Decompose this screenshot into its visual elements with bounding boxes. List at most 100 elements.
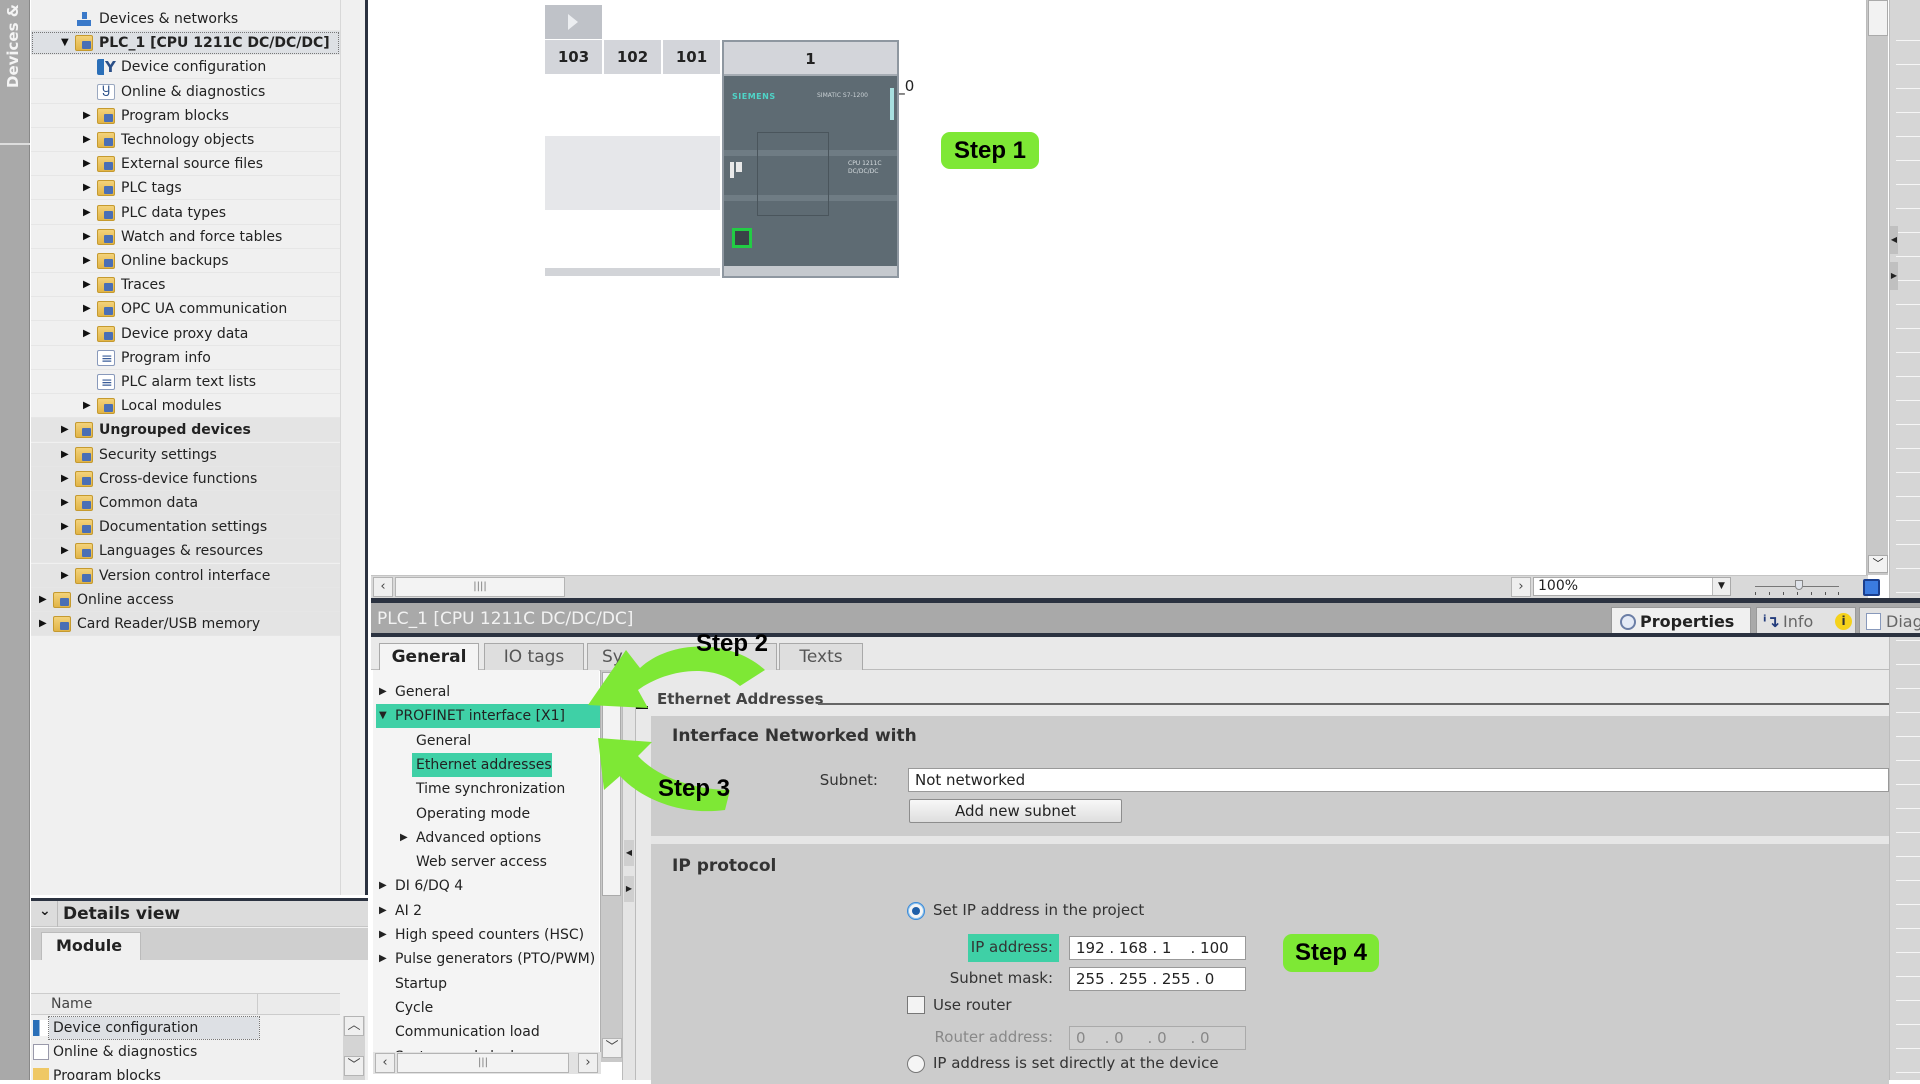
expand-arrow-right-icon[interactable]: ▶ bbox=[83, 201, 93, 225]
expand-arrow-right-icon[interactable]: ▶ bbox=[83, 273, 93, 297]
set-ip-at-device-radio[interactable] bbox=[907, 1055, 925, 1073]
expand-icon[interactable]: ▶ bbox=[1890, 262, 1898, 290]
nav-item[interactable]: Ethernet addresses bbox=[412, 752, 552, 777]
set-ip-in-project-radio[interactable] bbox=[907, 902, 925, 920]
expand-arrow-down-icon[interactable]: ▼ bbox=[379, 704, 389, 728]
use-router-checkbox[interactable] bbox=[907, 996, 925, 1014]
tab-diagnostics[interactable]: Diag bbox=[1859, 607, 1920, 636]
expand-arrow-right-icon[interactable]: ▶ bbox=[400, 826, 410, 850]
nav-item[interactable]: ▶ AI 2 bbox=[373, 899, 599, 923]
empty-slot[interactable] bbox=[545, 211, 602, 268]
router-address-field[interactable]: 0 . 0 . 0 . 0 bbox=[1069, 1026, 1246, 1050]
expand-arrow-right-icon[interactable]: ▶ bbox=[379, 874, 389, 898]
chevron-down-icon[interactable]: ▼ bbox=[1712, 578, 1730, 595]
nav-item[interactable]: Startup bbox=[373, 972, 599, 996]
tree-item[interactable]: ▶ OPC UA communication bbox=[31, 297, 340, 322]
expand-arrow-right-icon[interactable]: ▶ bbox=[83, 297, 93, 321]
devices-side-tab[interactable]: Devices & bbox=[0, 0, 30, 145]
expand-arrow-right-icon[interactable]: ▶ bbox=[39, 588, 49, 612]
tree-item[interactable]: ▶ Version control interface bbox=[31, 563, 340, 588]
expand-arrow-right-icon[interactable]: ▶ bbox=[83, 225, 93, 249]
chevron-down-icon[interactable]: ⌄ bbox=[39, 903, 51, 919]
expand-arrow-right-icon[interactable]: ▶ bbox=[379, 947, 389, 971]
scroll-thumb[interactable] bbox=[1868, 0, 1888, 36]
expand-arrow-right-icon[interactable]: ▶ bbox=[83, 249, 93, 273]
collapse-left-icon[interactable]: ◀ bbox=[624, 840, 634, 866]
expand-arrow-right-icon[interactable]: ▶ bbox=[83, 176, 93, 200]
tree-item[interactable]: ▶ Security settings bbox=[31, 442, 340, 467]
empty-slot[interactable] bbox=[663, 211, 720, 268]
details-row[interactable]: Device configuration bbox=[31, 1016, 340, 1040]
empty-slot[interactable] bbox=[604, 211, 661, 268]
expand-arrow-right-icon[interactable]: ▶ bbox=[83, 152, 93, 176]
tree-item[interactable]: ▼ PLC_1 [CPU 1211C DC/DC/DC] bbox=[31, 31, 340, 56]
expand-arrow-right-icon[interactable]: ▶ bbox=[61, 564, 71, 588]
expand-arrow-right-icon[interactable]: ▶ bbox=[39, 612, 49, 636]
collapse-icon[interactable]: ◀ bbox=[1890, 226, 1898, 254]
scroll-right-button[interactable]: › bbox=[1511, 577, 1531, 597]
empty-slot[interactable] bbox=[545, 76, 602, 136]
rack-expand-button[interactable] bbox=[545, 5, 602, 39]
scroll-thumb[interactable]: ||| bbox=[397, 1053, 569, 1073]
tree-item[interactable]: ▶ Languages & resources bbox=[31, 539, 340, 564]
details-row[interactable]: Program blocks bbox=[31, 1064, 340, 1080]
tree-item[interactable]: PLC alarm text lists bbox=[31, 370, 340, 395]
subnet-mask-field[interactable]: 255 . 255 . 255 . 0 bbox=[1069, 967, 1246, 991]
expand-arrow-right-icon[interactable]: ▶ bbox=[61, 418, 71, 442]
expand-arrow-right-icon[interactable]: ▶ bbox=[379, 899, 389, 923]
tab-info[interactable]: ⁱ↴ Info i bbox=[1756, 607, 1856, 636]
nav-item[interactable]: ▶ DI 6/DQ 4 bbox=[373, 874, 599, 898]
tree-item[interactable]: ▶ Cross-device functions bbox=[31, 466, 340, 491]
tree-item[interactable]: ▶ Ungrouped devices bbox=[31, 418, 340, 443]
zoom-select[interactable]: 100% ▼ bbox=[1533, 577, 1731, 596]
tree-item[interactable]: ▶ Device proxy data bbox=[31, 322, 340, 346]
scroll-down-button[interactable]: ﹀ bbox=[344, 1056, 364, 1076]
tree-item[interactable]: ▶ Watch and force tables bbox=[31, 225, 340, 249]
tree-item[interactable]: ▶ Online backups bbox=[31, 249, 340, 273]
tree-item[interactable]: Program info bbox=[31, 346, 340, 371]
tree-item[interactable]: ▶ Traces bbox=[31, 273, 340, 298]
expand-arrow-right-icon[interactable]: ▶ bbox=[61, 491, 71, 515]
expand-arrow-right-icon[interactable]: ▶ bbox=[379, 680, 389, 704]
nav-item[interactable]: Cycle bbox=[373, 996, 599, 1020]
scroll-thumb[interactable]: |||| bbox=[395, 577, 565, 597]
subnet-field[interactable]: Not networked bbox=[908, 768, 1889, 792]
tree-item[interactable]: Device configuration bbox=[31, 55, 340, 80]
details-view-header[interactable]: ⌄ Details view bbox=[31, 901, 368, 927]
add-new-subnet-button[interactable]: Add new subnet bbox=[909, 799, 1122, 823]
profinet-port-icon[interactable] bbox=[732, 228, 752, 248]
tree-item[interactable]: ▶ PLC data types bbox=[31, 201, 340, 225]
scroll-left-button[interactable]: ‹ bbox=[373, 577, 393, 597]
tab-properties[interactable]: Properties bbox=[1611, 607, 1751, 636]
cpu-module[interactable]: 1 SIEMENS SIMATIC S7-1200 CPU 1211C DC/DC… bbox=[722, 40, 899, 278]
empty-slot[interactable] bbox=[663, 76, 720, 136]
expand-arrow-right-icon[interactable]: ▶ bbox=[61, 467, 71, 491]
tree-item[interactable]: Online & diagnostics bbox=[31, 80, 340, 105]
tab-module[interactable]: Module bbox=[41, 932, 141, 960]
ip-address-field[interactable]: 192 . 168 . 1 . 100 bbox=[1069, 936, 1246, 960]
tree-item[interactable]: ▶ PLC tags bbox=[31, 176, 340, 201]
scroll-up-button[interactable]: ︿ bbox=[344, 1016, 364, 1036]
nav-item[interactable]: Communication load bbox=[373, 1020, 599, 1044]
tree-item[interactable]: ▶ External source files bbox=[31, 152, 340, 177]
empty-slot[interactable] bbox=[604, 76, 661, 136]
nav-horizontal-scrollbar[interactable]: ‹ ||| › bbox=[373, 1052, 601, 1074]
set-ip-in-project-label[interactable]: Set IP address in the project bbox=[933, 901, 1144, 919]
details-scrollbar[interactable]: ︿ ﹀ bbox=[343, 1016, 365, 1080]
expand-right-icon[interactable]: ▶ bbox=[624, 876, 634, 902]
details-row[interactable]: Online & diagnostics bbox=[31, 1040, 340, 1064]
tree-item[interactable]: ▶ Common data bbox=[31, 491, 340, 515]
expand-arrow-down-icon[interactable]: ▼ bbox=[61, 31, 71, 55]
column-name-header[interactable]: Name bbox=[51, 994, 92, 1014]
use-router-label[interactable]: Use router bbox=[933, 996, 1012, 1014]
canvas-vertical-scrollbar[interactable]: ﹀ bbox=[1866, 0, 1888, 575]
fit-to-view-icon[interactable] bbox=[1863, 579, 1880, 596]
tree-item[interactable]: ▶ Documentation settings bbox=[31, 515, 340, 540]
scroll-right-button[interactable]: › bbox=[578, 1053, 598, 1073]
scroll-down-button[interactable]: ﹀ bbox=[1868, 555, 1888, 573]
tree-item[interactable]: Devices & networks bbox=[31, 7, 340, 31]
tree-item[interactable]: ▶ Program blocks bbox=[31, 104, 340, 128]
scroll-down-button[interactable]: ﹀ bbox=[602, 1038, 622, 1058]
expand-arrow-right-icon[interactable]: ▶ bbox=[83, 104, 93, 128]
nav-item[interactable]: ▶ Pulse generators (PTO/PWM) bbox=[373, 947, 599, 971]
